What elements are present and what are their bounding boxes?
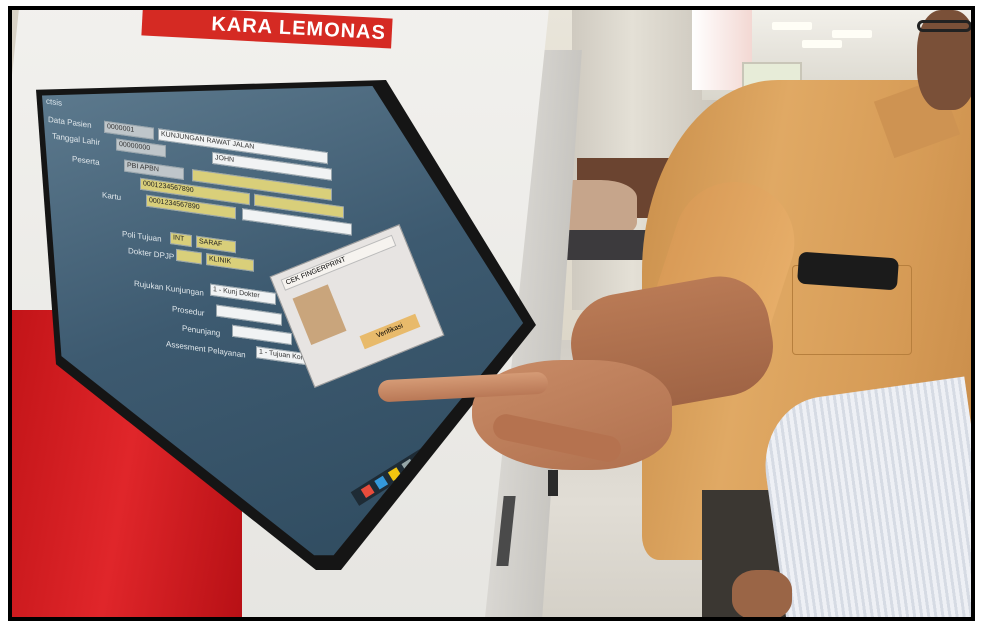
patient-photo xyxy=(292,284,347,345)
label-rujukan: Rujukan Kunjungan xyxy=(134,278,204,298)
glasses xyxy=(917,20,971,32)
screen-title: ctsis xyxy=(46,96,62,108)
field[interactable]: KLINIK xyxy=(206,253,254,272)
second-hand xyxy=(732,570,792,617)
fingerprint-reader xyxy=(548,470,558,496)
verify-button[interactable]: Verifikasi xyxy=(359,313,421,350)
label-penunjang: Penunjang xyxy=(182,323,221,339)
field[interactable]: 0000001 xyxy=(104,120,154,140)
label-assesment: Assesment Pelayanan xyxy=(166,339,246,360)
label-dokter-dpjp: Dokter DPJP xyxy=(128,246,175,262)
label-peserta: Peserta xyxy=(72,154,100,168)
label-kartu: Kartu xyxy=(102,190,122,203)
field[interactable]: INT xyxy=(170,231,192,248)
label-poli-tujuan: Poli Tujuan xyxy=(122,229,162,244)
ceiling-light xyxy=(772,22,812,30)
field[interactable] xyxy=(176,248,202,265)
app-icon[interactable] xyxy=(360,484,375,498)
field[interactable]: PBI APBN xyxy=(124,159,184,180)
app-icon[interactable] xyxy=(374,475,389,490)
label-tanggal-lahir: Tanggal Lahir xyxy=(52,131,101,148)
phone-in-pocket xyxy=(797,251,899,291)
label-data-pasien: Data Pasien xyxy=(48,114,92,130)
field[interactable] xyxy=(216,304,282,326)
field[interactable]: SARAF xyxy=(196,235,236,254)
ceiling-light xyxy=(802,40,842,48)
photo-frame: KARA LEMONAS ctsis Data Pasien 0000001 K… xyxy=(8,6,975,621)
ceiling-light xyxy=(832,30,872,38)
label-prosedur: Prosedur xyxy=(172,304,205,318)
field[interactable]: 1 - Kunj Dokter xyxy=(210,283,276,305)
field[interactable]: 00000000 xyxy=(116,138,166,158)
field[interactable] xyxy=(232,324,292,346)
